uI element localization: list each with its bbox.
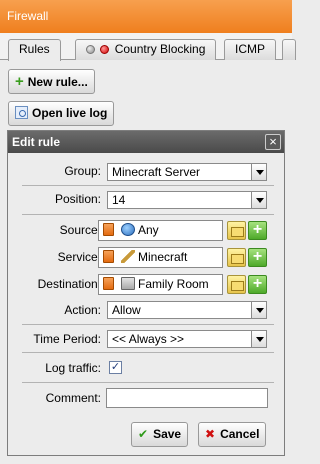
close-x-icon: ✖ xyxy=(205,427,216,441)
log-search-icon xyxy=(15,106,28,119)
tab-rules[interactable]: Rules xyxy=(8,39,61,61)
source-field[interactable]: Any xyxy=(98,220,223,241)
separator xyxy=(22,324,274,325)
comment-label: Comment: xyxy=(45,391,101,405)
time-period-label: Time Period: xyxy=(33,332,101,346)
source-value: Any xyxy=(138,223,159,237)
tab-icmp[interactable]: ICMP xyxy=(224,39,276,60)
tab-country-blocking-label: Country Blocking xyxy=(114,42,206,56)
separator xyxy=(22,352,274,353)
group-label: Group: xyxy=(64,164,101,178)
dialog-title-bar: Edit rule xyxy=(8,131,284,153)
edit-rule-dialog: Edit rule × Group: Minecraft Server Posi… xyxy=(7,130,285,456)
cancel-button[interactable]: ✖ Cancel xyxy=(198,422,267,447)
time-period-select[interactable]: << Always >> xyxy=(107,330,267,348)
destination-field[interactable]: Family Room xyxy=(98,274,223,295)
chevron-down-icon xyxy=(251,331,266,347)
cancel-label: Cancel xyxy=(220,427,260,441)
computer-icon xyxy=(121,277,135,290)
chevron-down-icon xyxy=(251,164,266,180)
destination-browse-button[interactable] xyxy=(227,275,246,294)
position-select[interactable]: 14 xyxy=(107,191,267,209)
status-red-icon xyxy=(100,45,110,54)
service-value: Minecraft xyxy=(138,250,188,264)
destination-label: Destination: xyxy=(37,277,101,291)
tab-icmp-label: ICMP xyxy=(235,42,265,56)
tab-country-blocking[interactable]: Country Blocking xyxy=(75,39,217,60)
separator xyxy=(22,185,274,186)
destination-value: Family Room xyxy=(138,277,209,291)
save-button[interactable]: ✔ Save xyxy=(131,422,189,447)
source-add-button[interactable]: + xyxy=(248,221,267,240)
save-label: Save xyxy=(153,427,182,441)
source-browse-button[interactable] xyxy=(227,221,246,240)
action-label: Action: xyxy=(64,303,101,317)
log-traffic-label: Log traffic: xyxy=(45,361,101,375)
checkmark-icon: ✔ xyxy=(138,427,149,441)
plus-icon: + xyxy=(15,73,24,90)
dialog-title: Edit rule xyxy=(12,135,61,149)
trash-icon[interactable] xyxy=(103,277,114,290)
service-field[interactable]: Minecraft xyxy=(98,247,223,268)
service-icon xyxy=(121,250,135,263)
separator xyxy=(22,382,274,383)
status-grey-icon xyxy=(86,45,95,54)
position-value: 14 xyxy=(112,193,126,207)
action-value: Allow xyxy=(112,303,141,317)
comment-input[interactable] xyxy=(106,388,268,408)
service-browse-button[interactable] xyxy=(227,248,246,267)
open-live-log-label: Open live log xyxy=(32,106,108,120)
separator xyxy=(22,214,274,215)
group-value: Minecraft Server xyxy=(112,165,201,179)
time-period-value: << Always >> xyxy=(112,332,185,346)
action-select[interactable]: Allow xyxy=(107,301,267,319)
chevron-down-icon xyxy=(251,302,266,318)
service-label: Service: xyxy=(57,250,101,264)
trash-icon[interactable] xyxy=(103,250,114,263)
chevron-down-icon xyxy=(251,192,266,208)
tab-rules-label: Rules xyxy=(19,42,50,56)
position-label: Position: xyxy=(54,192,101,206)
window-title-bar: Firewall xyxy=(0,0,292,33)
new-rule-label: New rule... xyxy=(27,75,88,89)
globe-icon xyxy=(121,223,135,236)
source-label: Source: xyxy=(59,223,101,237)
window-title: Firewall xyxy=(7,9,49,23)
service-add-button[interactable]: + xyxy=(248,248,267,267)
log-traffic-checkbox[interactable]: ✓ xyxy=(109,361,122,374)
tab-overflow[interactable] xyxy=(282,39,296,60)
open-live-log-button[interactable]: Open live log xyxy=(8,101,115,126)
destination-add-button[interactable]: + xyxy=(248,275,267,294)
new-rule-button[interactable]: + New rule... xyxy=(8,69,95,94)
group-select[interactable]: Minecraft Server xyxy=(107,163,267,181)
trash-icon[interactable] xyxy=(103,223,114,236)
close-icon[interactable]: × xyxy=(265,134,281,150)
